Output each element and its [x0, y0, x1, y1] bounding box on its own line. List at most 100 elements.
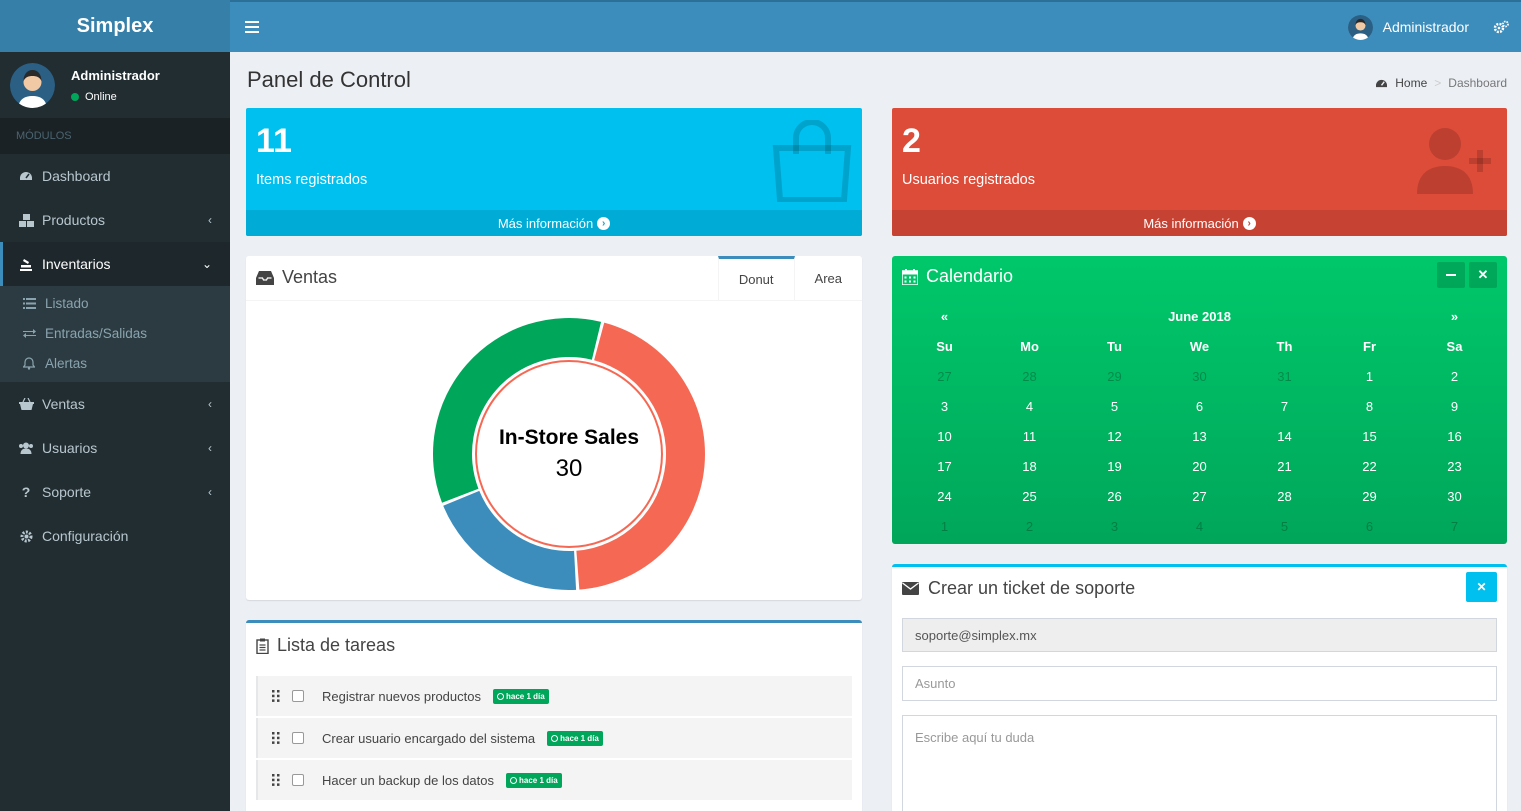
calendar-day[interactable]: 4	[1157, 519, 1242, 534]
calendar-day[interactable]: 19	[1072, 459, 1157, 474]
calendar-day[interactable]: 29	[1072, 369, 1157, 384]
sidebar-item-productos[interactable]: Productos ‹	[0, 198, 230, 242]
chevron-left-icon: ‹	[208, 213, 212, 227]
collapse-button[interactable]	[1437, 262, 1465, 288]
calendar-day[interactable]: 30	[1412, 489, 1497, 504]
calendar-day[interactable]: 27	[902, 369, 987, 384]
calendar-day[interactable]: 2	[987, 519, 1072, 534]
calendar-day[interactable]: 3	[1072, 519, 1157, 534]
sidebar-toggle-button[interactable]	[230, 2, 274, 52]
weekday-label: Sa	[1446, 338, 1463, 354]
task-item[interactable]: Hacer un backup de los datos hace 1 día	[256, 760, 852, 800]
sidebar-item-label: Usuarios	[42, 440, 98, 456]
task-item[interactable]: Crear usuario encargado del sistema hace …	[256, 718, 852, 758]
calendar-day[interactable]: 16	[1412, 429, 1497, 444]
navbar-user-name: Administrador	[1382, 19, 1469, 35]
calendar-day[interactable]: 7	[1412, 519, 1497, 534]
support-message-field[interactable]	[902, 715, 1497, 811]
calendar-day[interactable]: 6	[1327, 519, 1412, 534]
calendar-day[interactable]: 10	[902, 429, 987, 444]
calendar-day[interactable]: 24	[902, 489, 987, 504]
message-textarea[interactable]	[915, 716, 1484, 811]
calendar-day[interactable]: 31	[1242, 369, 1327, 384]
task-text: Crear usuario encargado del sistema	[322, 730, 536, 746]
calendar-day[interactable]: 15	[1327, 429, 1412, 444]
app-logo[interactable]: Simplex	[0, 0, 230, 52]
items-more-info-link[interactable]: Más información ›	[246, 210, 862, 236]
calendar-day[interactable]: 3	[902, 399, 987, 414]
sidebar-item-soporte[interactable]: ? Soporte ‹	[0, 470, 230, 514]
sidebar-item-ventas[interactable]: Ventas ‹	[0, 382, 230, 426]
calendar-day[interactable]: 9	[1412, 399, 1497, 414]
sidebar-subitem-alertas[interactable]: Alertas	[0, 348, 230, 378]
drag-handle-icon[interactable]	[272, 690, 282, 702]
calendar-day[interactable]: 2	[1412, 369, 1497, 384]
calendar-day[interactable]: 30	[1157, 369, 1242, 384]
gear-icon	[18, 530, 34, 543]
calendar-day[interactable]: 5	[1242, 519, 1327, 534]
users-count: 2	[902, 122, 921, 160]
sidebar-item-dashboard[interactable]: Dashboard	[0, 154, 230, 198]
sidebar-item-usuarios[interactable]: Usuarios ‹	[0, 426, 230, 470]
calendar-prev-button[interactable]: «	[902, 309, 987, 324]
gears-icon	[1493, 20, 1509, 34]
calendar-day[interactable]: 18	[987, 459, 1072, 474]
calendar-day[interactable]: 12	[1072, 429, 1157, 444]
calendar-week-row: 3456789	[902, 391, 1497, 421]
calendar-day[interactable]: 25	[987, 489, 1072, 504]
subject-input[interactable]	[915, 676, 1484, 691]
calendar-day[interactable]: 21	[1242, 459, 1327, 474]
task-item[interactable]: Registrar nuevos productos hace 1 día	[256, 676, 852, 716]
sidebar-item-configuracion[interactable]: Configuración	[0, 514, 230, 558]
drag-handle-icon[interactable]	[272, 774, 282, 786]
sidebar-subitem-listado[interactable]: Listado	[0, 288, 230, 318]
task-checkbox[interactable]	[292, 732, 304, 744]
calendar-month-label[interactable]: June 2018	[987, 309, 1412, 324]
ventas-box: Ventas Donut Area In-Store Sales 30	[246, 256, 862, 600]
calendar-week-row: 10 11 12 13 14 15 16	[902, 421, 1497, 451]
time-badge-text: hace 1 día	[505, 691, 545, 701]
drag-handle-icon[interactable]	[272, 732, 282, 744]
calendar-day[interactable]: 20	[1157, 459, 1242, 474]
calendar-day[interactable]: 4	[987, 399, 1072, 414]
breadcrumb-home-link[interactable]: Home	[1395, 76, 1427, 90]
tab-donut[interactable]: Donut	[717, 256, 795, 300]
calendar-day[interactable]: 28	[987, 369, 1072, 384]
calendar-day[interactable]: 28	[1242, 489, 1327, 504]
sidebar-item-inventarios[interactable]: Inventarios ⌄	[0, 242, 230, 286]
time-badge: hace 1 día	[506, 772, 562, 788]
calendar-day[interactable]: 22	[1327, 459, 1412, 474]
calendar-next-button[interactable]: »	[1412, 309, 1497, 324]
users-more-info-link[interactable]: Más información ›	[892, 210, 1507, 236]
more-info-label: Más información	[497, 215, 594, 231]
calendar-day[interactable]: 26	[1072, 489, 1157, 504]
task-checkbox[interactable]	[292, 690, 304, 702]
user-menu[interactable]: Administrador	[1336, 2, 1481, 52]
control-sidebar-button[interactable]	[1481, 2, 1521, 52]
calendar-day[interactable]: 1	[902, 519, 987, 534]
calendar-day[interactable]: 6	[1157, 399, 1242, 414]
calendar-day[interactable]: 13	[1157, 429, 1242, 444]
calendar-day[interactable]: 17	[902, 459, 987, 474]
tab-area[interactable]: Area	[795, 256, 862, 300]
weekday-label: Su	[936, 338, 953, 354]
support-subject-field[interactable]	[902, 666, 1497, 701]
calendar-day[interactable]: 1	[1327, 369, 1412, 384]
calendar-day[interactable]: 14	[1242, 429, 1327, 444]
donut-segment[interactable]	[576, 322, 705, 590]
task-checkbox[interactable]	[292, 774, 304, 786]
calendar-day[interactable]: 29	[1327, 489, 1412, 504]
calendar-day[interactable]: 5	[1072, 399, 1157, 414]
donut-segment[interactable]	[443, 490, 577, 590]
calendar-day[interactable]: 8	[1327, 399, 1412, 414]
time-badge-text: hace 1 día	[519, 775, 558, 785]
remove-button[interactable]: ✕	[1469, 262, 1497, 288]
calendar-day[interactable]: 23	[1412, 459, 1497, 474]
sidebar-subitem-entradas-salidas[interactable]: Entradas/Salidas	[0, 318, 230, 348]
support-email-value: soporte@simplex.mx	[915, 627, 1037, 643]
calendar-day[interactable]: 7	[1242, 399, 1327, 414]
calendar-day[interactable]: 27	[1157, 489, 1242, 504]
support-close-button[interactable]: ✕	[1466, 572, 1497, 602]
calendar-day[interactable]: 11	[987, 429, 1072, 444]
calendar-week-row: 1234567	[902, 511, 1497, 541]
